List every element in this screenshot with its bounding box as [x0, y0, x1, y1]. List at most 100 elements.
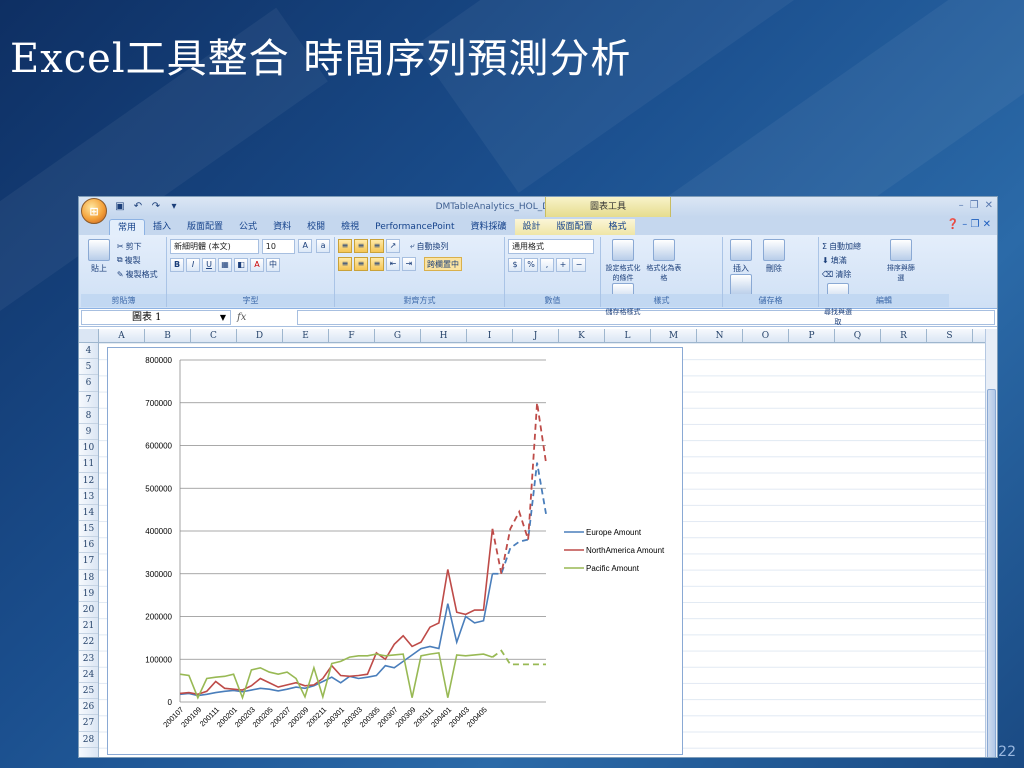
- shrink-font-icon[interactable]: a: [316, 239, 330, 253]
- copy-button[interactable]: ⧉ 複製: [117, 253, 158, 267]
- row-header-22[interactable]: 22: [79, 634, 98, 651]
- line-chart[interactable]: 0 100000 200000 300000 400000 500000 600000 700…: [108, 348, 682, 754]
- tab-chart-format[interactable]: 格式: [600, 219, 635, 235]
- cut-button[interactable]: ✂ 剪下: [117, 239, 158, 253]
- row-header-4[interactable]: 4: [79, 343, 98, 360]
- underline-button[interactable]: U: [202, 258, 216, 272]
- column-header-B[interactable]: B: [145, 329, 191, 342]
- column-header-F[interactable]: F: [329, 329, 375, 342]
- tab-design[interactable]: 設計: [514, 219, 549, 235]
- tab-formulas[interactable]: 公式: [231, 219, 265, 235]
- currency-button[interactable]: $: [508, 258, 522, 272]
- tab-chart-layout[interactable]: 版面配置: [548, 219, 601, 235]
- grow-font-icon[interactable]: A: [298, 239, 313, 253]
- align-top-icon[interactable]: ≡: [338, 239, 352, 253]
- autosum-button[interactable]: Σ 自動加總: [822, 239, 882, 253]
- format-painter-button[interactable]: ✎ 複製格式: [117, 267, 158, 281]
- tab-home[interactable]: 常用: [109, 219, 146, 235]
- wrap-text-button[interactable]: ⤶ 自動換列: [410, 239, 448, 253]
- column-header-H[interactable]: H: [421, 329, 467, 342]
- row-header-6[interactable]: 6: [79, 375, 98, 392]
- row-header-19[interactable]: 19: [79, 586, 98, 602]
- row-header-5[interactable]: 5: [79, 359, 98, 376]
- row-header-26[interactable]: 26: [79, 699, 98, 716]
- row-header-24[interactable]: 24: [79, 667, 98, 683]
- percent-button[interactable]: %: [524, 258, 538, 272]
- row-header-21[interactable]: 21: [79, 618, 98, 635]
- tab-page-layout[interactable]: 版面配置: [179, 219, 231, 235]
- restore-icon[interactable]: ❐: [970, 200, 979, 211]
- help-icon[interactable]: ❓ – ❐ ✕: [947, 219, 991, 230]
- minimize-icon[interactable]: –: [959, 200, 964, 211]
- merge-center-button[interactable]: 跨欄置中: [424, 257, 462, 271]
- align-bottom-icon[interactable]: ≡: [370, 239, 384, 253]
- paste-button[interactable]: 貼上: [84, 239, 114, 274]
- column-header-A[interactable]: A: [99, 329, 145, 342]
- borders-icon[interactable]: ▦: [218, 258, 232, 272]
- increase-decimal-icon[interactable]: +: [556, 258, 570, 272]
- column-header-L[interactable]: L: [605, 329, 651, 342]
- font-size-combo[interactable]: 10: [261, 239, 296, 254]
- column-header-G[interactable]: G: [375, 329, 421, 342]
- column-header-P[interactable]: P: [789, 329, 835, 342]
- row-header-9[interactable]: 9: [79, 424, 98, 441]
- tab-data-mining[interactable]: 資料採礦: [463, 219, 515, 235]
- clear-button[interactable]: ⌫ 清除: [822, 267, 882, 281]
- decrease-decimal-icon[interactable]: −: [572, 258, 586, 272]
- tab-view[interactable]: 檢視: [333, 219, 367, 235]
- select-all-corner[interactable]: [79, 329, 99, 342]
- row-header-11[interactable]: 11: [79, 456, 98, 473]
- sort-filter-button[interactable]: 排序與篩選: [885, 239, 917, 283]
- column-header-N[interactable]: N: [697, 329, 743, 342]
- align-left-icon[interactable]: ≡: [338, 257, 352, 271]
- close-icon[interactable]: ✕: [985, 200, 993, 211]
- column-header-O[interactable]: O: [743, 329, 789, 342]
- font-name-combo[interactable]: 新細明體 (本文): [170, 239, 259, 254]
- column-header-M[interactable]: M: [651, 329, 697, 342]
- format-as-table-button[interactable]: 格式化為表格: [645, 239, 683, 283]
- row-header-10[interactable]: 10: [79, 440, 98, 457]
- chevron-down-icon[interactable]: ▼: [220, 311, 226, 324]
- row-header-17[interactable]: 17: [79, 553, 98, 570]
- row-header-13[interactable]: 13: [79, 489, 98, 505]
- font-color-icon[interactable]: A: [250, 258, 264, 272]
- align-right-icon[interactable]: ≡: [370, 257, 384, 271]
- row-header-12[interactable]: 12: [79, 473, 98, 489]
- fx-button[interactable]: fx: [237, 312, 297, 323]
- column-header-S[interactable]: S: [927, 329, 973, 342]
- row-header-15[interactable]: 15: [79, 521, 98, 538]
- row-header-14[interactable]: 14: [79, 505, 98, 522]
- row-header-16[interactable]: 16: [79, 537, 98, 554]
- column-header-Q[interactable]: Q: [835, 329, 881, 342]
- column-header-J[interactable]: J: [513, 329, 559, 342]
- tab-performancepoint[interactable]: PerformancePoint: [367, 219, 462, 235]
- insert-cells-button[interactable]: 插入: [726, 239, 756, 274]
- tab-insert[interactable]: 插入: [145, 219, 179, 235]
- bold-button[interactable]: B: [170, 258, 184, 272]
- office-button[interactable]: ⊞: [81, 198, 107, 224]
- decrease-indent-icon[interactable]: ⇤: [386, 257, 400, 271]
- orientation-icon[interactable]: ↗: [386, 239, 400, 253]
- tab-data[interactable]: 資料: [265, 219, 299, 235]
- row-header-25[interactable]: 25: [79, 683, 98, 700]
- fill-button[interactable]: ⬇ 填滿: [822, 253, 882, 267]
- tab-review[interactable]: 校閱: [299, 219, 333, 235]
- align-middle-icon[interactable]: ≡: [354, 239, 368, 253]
- row-header-20[interactable]: 20: [79, 602, 98, 619]
- formula-input[interactable]: [297, 310, 995, 325]
- chart-object[interactable]: 0 100000 200000 300000 400000 500000 600000 700…: [107, 347, 683, 755]
- number-format-combo[interactable]: 通用格式: [508, 239, 594, 254]
- row-header-27[interactable]: 27: [79, 715, 98, 732]
- scrollbar-thumb[interactable]: [987, 389, 996, 757]
- fill-color-icon[interactable]: ◧: [234, 258, 248, 272]
- column-header-R[interactable]: R: [881, 329, 927, 342]
- row-header-23[interactable]: 23: [79, 651, 98, 667]
- column-header-K[interactable]: K: [559, 329, 605, 342]
- phonetic-icon[interactable]: 中: [266, 258, 280, 272]
- vertical-scrollbar[interactable]: [985, 329, 997, 757]
- comma-icon[interactable]: ,: [540, 258, 554, 272]
- increase-indent-icon[interactable]: ⇥: [402, 257, 416, 271]
- column-header-I[interactable]: I: [467, 329, 513, 342]
- row-header-28[interactable]: 28: [79, 732, 98, 748]
- row-header-7[interactable]: 7: [79, 392, 98, 408]
